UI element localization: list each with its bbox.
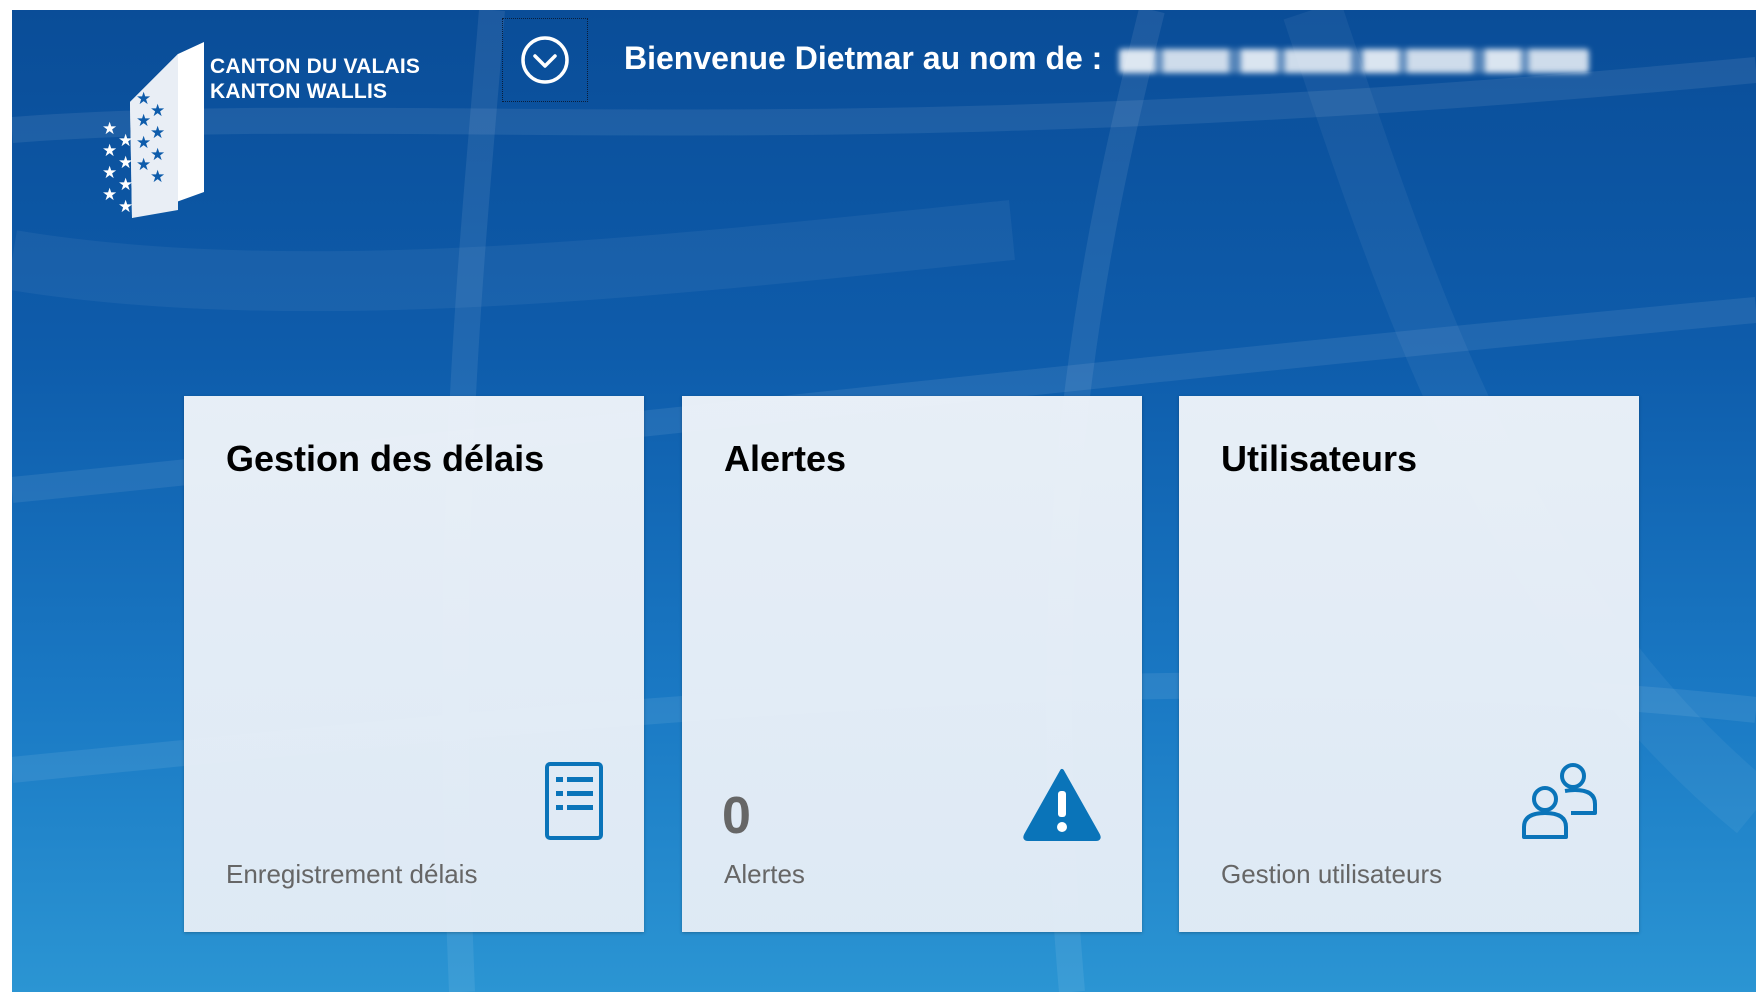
tile-utilisateurs[interactable]: Utilisateurs Gestion utilisateurs: [1179, 396, 1639, 932]
canton-name-de: KANTON WALLIS: [210, 80, 388, 103]
svg-text:★: ★: [118, 131, 133, 151]
tile-subtitle: Alertes: [724, 859, 805, 889]
svg-text:★: ★: [102, 119, 117, 139]
canton-name-fr: CANTON DU VALAIS: [210, 55, 421, 78]
alert-count: 0: [722, 787, 751, 845]
users-icon: [1519, 761, 1599, 846]
welcome-text: Bienvenue Dietmar au nom de :: [624, 40, 1103, 76]
tile-subtitle: Gestion utilisateurs: [1221, 859, 1443, 889]
svg-text:★: ★: [102, 163, 117, 183]
launchpad: ★ ★ ★ ★ ★ ★ ★ ★ ★ ★ ★ ★ ★ ★ ★ ★ CANTON D…: [12, 10, 1756, 992]
svg-text:★: ★: [118, 175, 133, 195]
svg-text:★: ★: [102, 141, 117, 161]
chevron-down-circle-icon: [521, 36, 569, 84]
warning-icon: [1022, 767, 1102, 846]
tile-subtitle: Enregistrement délais: [226, 859, 478, 889]
tile-title: Utilisateurs: [1221, 438, 1418, 479]
svg-text:★: ★: [118, 197, 133, 217]
svg-text:★: ★: [150, 167, 165, 187]
list-document-icon: [544, 761, 604, 846]
tile-title: Gestion des délais: [226, 438, 545, 479]
organization-name-redacted: [1119, 48, 1590, 73]
svg-text:★: ★: [136, 111, 151, 131]
canton-valais-logo: ★ ★ ★ ★ ★ ★ ★ ★ ★ ★ ★ ★ ★ ★ ★ ★: [100, 42, 210, 218]
svg-text:★: ★: [136, 133, 151, 153]
svg-text:★: ★: [136, 89, 151, 109]
svg-text:★: ★: [102, 185, 117, 205]
tile-alertes[interactable]: Alertes 0 Alertes: [682, 396, 1142, 932]
svg-text:★: ★: [118, 153, 133, 173]
welcome-message: Bienvenue Dietmar au nom de :: [624, 40, 1590, 77]
svg-text:★: ★: [150, 145, 165, 165]
tile-gestion-delais[interactable]: Gestion des délais Enregistrement délais: [184, 396, 644, 932]
svg-text:★: ★: [136, 155, 151, 175]
user-menu-toggle[interactable]: [502, 18, 588, 102]
svg-text:★: ★: [150, 123, 165, 143]
canton-name: CANTON DU VALAIS KANTON WALLIS: [210, 54, 420, 104]
svg-text:★: ★: [150, 101, 165, 121]
tile-title: Alertes: [724, 438, 847, 479]
